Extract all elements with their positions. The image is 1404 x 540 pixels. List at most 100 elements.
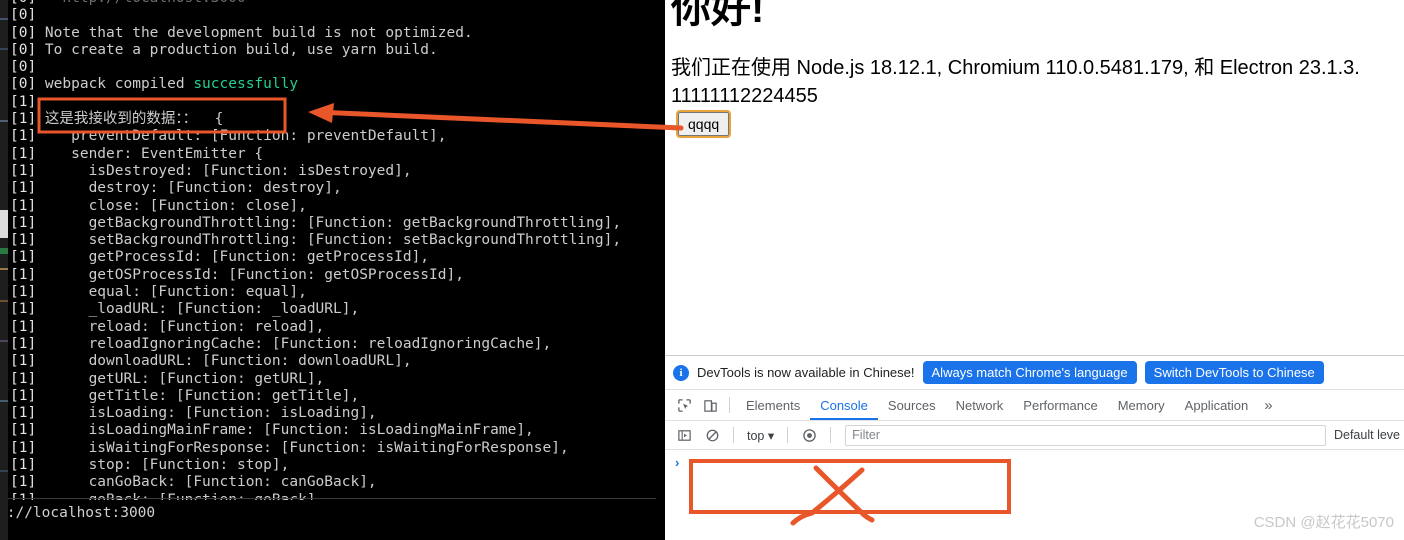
terminal-line-text: getTitle: [Function: getTitle],	[44, 387, 360, 404]
terminal-line: [0] To create a production build, use ya…	[8, 42, 665, 59]
terminal-line-success: successfully	[193, 76, 299, 93]
terminal-line: [1] isDestroyed: [Function: isDestroyed]…	[8, 163, 665, 180]
terminal-line-text: destroy: [Function: destroy],	[44, 180, 342, 197]
terminal-line-pid: [0]	[10, 7, 45, 24]
terminal-line: [1] getProcessId: [Function: getProcessI…	[8, 249, 665, 266]
terminal-line-text: equal: [Function: equal],	[44, 284, 307, 301]
terminal-status-bar: p://localhost:3000	[8, 500, 665, 540]
terminal-line-text: stop: [Function: stop],	[44, 457, 290, 474]
terminal-line-text: sender: EventEmitter {	[44, 145, 264, 162]
terminal-line-pid: [1]	[10, 457, 45, 474]
terminal-line-pid: [1]	[10, 93, 45, 110]
terminal-line-text: downloadURL: [Function: downloadURL],	[44, 353, 412, 370]
clear-console-icon[interactable]	[699, 422, 725, 448]
terminal-line-text: reloadIgnoringCache: [Function: reloadIg…	[44, 335, 552, 352]
match-chrome-language-button[interactable]: Always match Chrome's language	[922, 361, 1137, 384]
terminal-line-text: close: [Function: close],	[44, 197, 307, 214]
live-expression-eye-icon[interactable]	[796, 422, 822, 448]
terminal-panel[interactable]: [0] http://localhost:3000[0] [0] Note th…	[8, 0, 665, 540]
terminal-line: [1] downloadURL: [Function: downloadURL]…	[8, 353, 665, 370]
screenshot-root: [0] http://localhost:3000[0] [0] Note th…	[0, 0, 1404, 540]
terminal-line-pid: [1]	[10, 180, 45, 197]
terminal-line: [1] preventDefault: [Function: preventDe…	[8, 128, 665, 145]
terminal-line-text: http://localhost:3000	[45, 0, 245, 6]
console-prompt-input[interactable]	[689, 454, 1404, 472]
console-toolbar-separator-2	[787, 427, 789, 443]
terminal-line: [1]	[8, 94, 665, 111]
version-paragraph: 我们正在使用 Node.js 18.12.1, Chromium 110.0.5…	[671, 57, 1360, 107]
terminal-line-pid: [1]	[10, 145, 45, 162]
device-toolbar-icon[interactable]	[697, 392, 723, 418]
terminal-line-pid: [0]	[10, 24, 45, 41]
terminal-line: [1] close: [Function: close],	[8, 198, 665, 215]
terminal-line-text: setBackgroundThrottling: [Function: setB…	[44, 232, 622, 249]
terminal-line-pid: [1]	[10, 405, 45, 422]
terminal-line-text: 这是我接收到的数据：： {	[44, 111, 224, 128]
terminal-line-pid: [1]	[10, 335, 45, 352]
console-toolbar-separator-1	[733, 427, 734, 443]
terminal-line-pid: [1]	[10, 232, 45, 249]
terminal-line-pid: [1]	[10, 214, 45, 231]
terminal-line: [1] reload: [Function: reload],	[8, 319, 665, 336]
terminal-line: [0] webpack compiled successfully	[8, 76, 665, 93]
terminal-line-pid: [1]	[10, 249, 45, 266]
terminal-line: [1] getTitle: [Function: getTitle],	[8, 388, 665, 405]
terminal-line-pid: [1]	[10, 162, 45, 179]
terminal-line-pid: [0]	[10, 76, 45, 93]
execution-context-label: top	[747, 428, 765, 443]
terminal-line-pid: [1]	[10, 422, 45, 439]
console-toolbar: top ▾ Default leve	[665, 421, 1404, 450]
terminal-line-pid: [1]	[10, 266, 45, 283]
log-level-selector[interactable]: Default leve	[1334, 428, 1404, 442]
tab-performance[interactable]: Performance	[1013, 390, 1107, 420]
terminal-line: [1] reloadIgnoringCache: [Function: relo…	[8, 336, 665, 353]
qqqq-button[interactable]: qqqq	[675, 110, 732, 138]
terminal-line-text: To create a production build, use yarn b…	[44, 41, 438, 58]
terminal-status-url: p://localhost:3000	[8, 505, 156, 521]
info-icon: i	[673, 364, 689, 381]
terminal-line-text: getOSProcessId: [Function: getOSProcessI…	[44, 266, 464, 283]
chevron-down-icon: ▾	[767, 428, 775, 443]
terminal-line-pid: [1]	[10, 353, 45, 370]
terminal-line-pid: [1]	[10, 387, 45, 404]
terminal-line: [1] getBackgroundThrottling: [Function: …	[8, 215, 665, 232]
terminal-line: [1] setBackgroundThrottling: [Function: …	[8, 232, 665, 249]
electron-app-window: 你好! 我们正在使用 Node.js 18.12.1, Chromium 110…	[665, 0, 1404, 540]
terminal-line: [0] Note that the development build is n…	[8, 25, 665, 42]
terminal-line: [1] sender: EventEmitter {	[8, 146, 665, 163]
terminal-line: [1] destroy: [Function: destroy],	[8, 180, 665, 197]
terminal-line-pid: [1]	[10, 128, 45, 145]
switch-devtools-chinese-button[interactable]: Switch DevTools to Chinese	[1144, 361, 1324, 384]
terminal-line-text: canGoBack: [Function: canGoBack],	[44, 474, 377, 491]
more-tabs-chevron-icon[interactable]: »	[1258, 397, 1278, 414]
tab-sources[interactable]: Sources	[878, 390, 946, 420]
tab-elements[interactable]: Elements	[736, 390, 810, 420]
terminal-line-pid: [1]	[10, 301, 45, 318]
terminal-right-edge	[656, 0, 665, 540]
console-sidebar-toggle-icon[interactable]	[671, 422, 697, 448]
terminal-line-text: webpack compiled	[44, 76, 194, 93]
toolbar-separator	[729, 397, 730, 413]
terminal-output: [0] http://localhost:3000[0] [0] Note th…	[8, 0, 665, 509]
terminal-line: [0]	[8, 7, 665, 24]
terminal-line: [1] equal: [Function: equal],	[8, 284, 665, 301]
console-filter-input[interactable]	[845, 424, 1326, 446]
tab-network[interactable]: Network	[946, 390, 1014, 420]
terminal-line: [1] getURL: [Function: getURL],	[8, 371, 665, 388]
terminal-line-text: getBackgroundThrottling: [Function: getB…	[44, 214, 622, 231]
terminal-line-pid: [1]	[10, 439, 45, 456]
tab-console[interactable]: Console	[810, 390, 878, 420]
terminal-line-text: getURL: [Function: getURL],	[44, 370, 325, 387]
execution-context-selector[interactable]: top ▾	[742, 428, 779, 443]
terminal-line-pid: [1]	[10, 474, 45, 491]
terminal-line-text: getProcessId: [Function: getProcessId],	[44, 249, 430, 266]
watermark: CSDN @赵花花5070	[1253, 514, 1394, 531]
terminal-line-text: isWaitingForResponse: [Function: isWaiti…	[44, 439, 569, 456]
devtools-tab-bar: Elements Console Sources Network Perform…	[665, 390, 1404, 421]
terminal-line-pid: [0]	[10, 41, 45, 58]
tab-memory[interactable]: Memory	[1108, 390, 1175, 420]
tab-application[interactable]: Application	[1175, 390, 1259, 420]
inspect-element-icon[interactable]	[671, 392, 697, 418]
terminal-divider	[8, 498, 665, 499]
terminal-line-text: _loadURL: [Function: _loadURL],	[44, 301, 360, 318]
